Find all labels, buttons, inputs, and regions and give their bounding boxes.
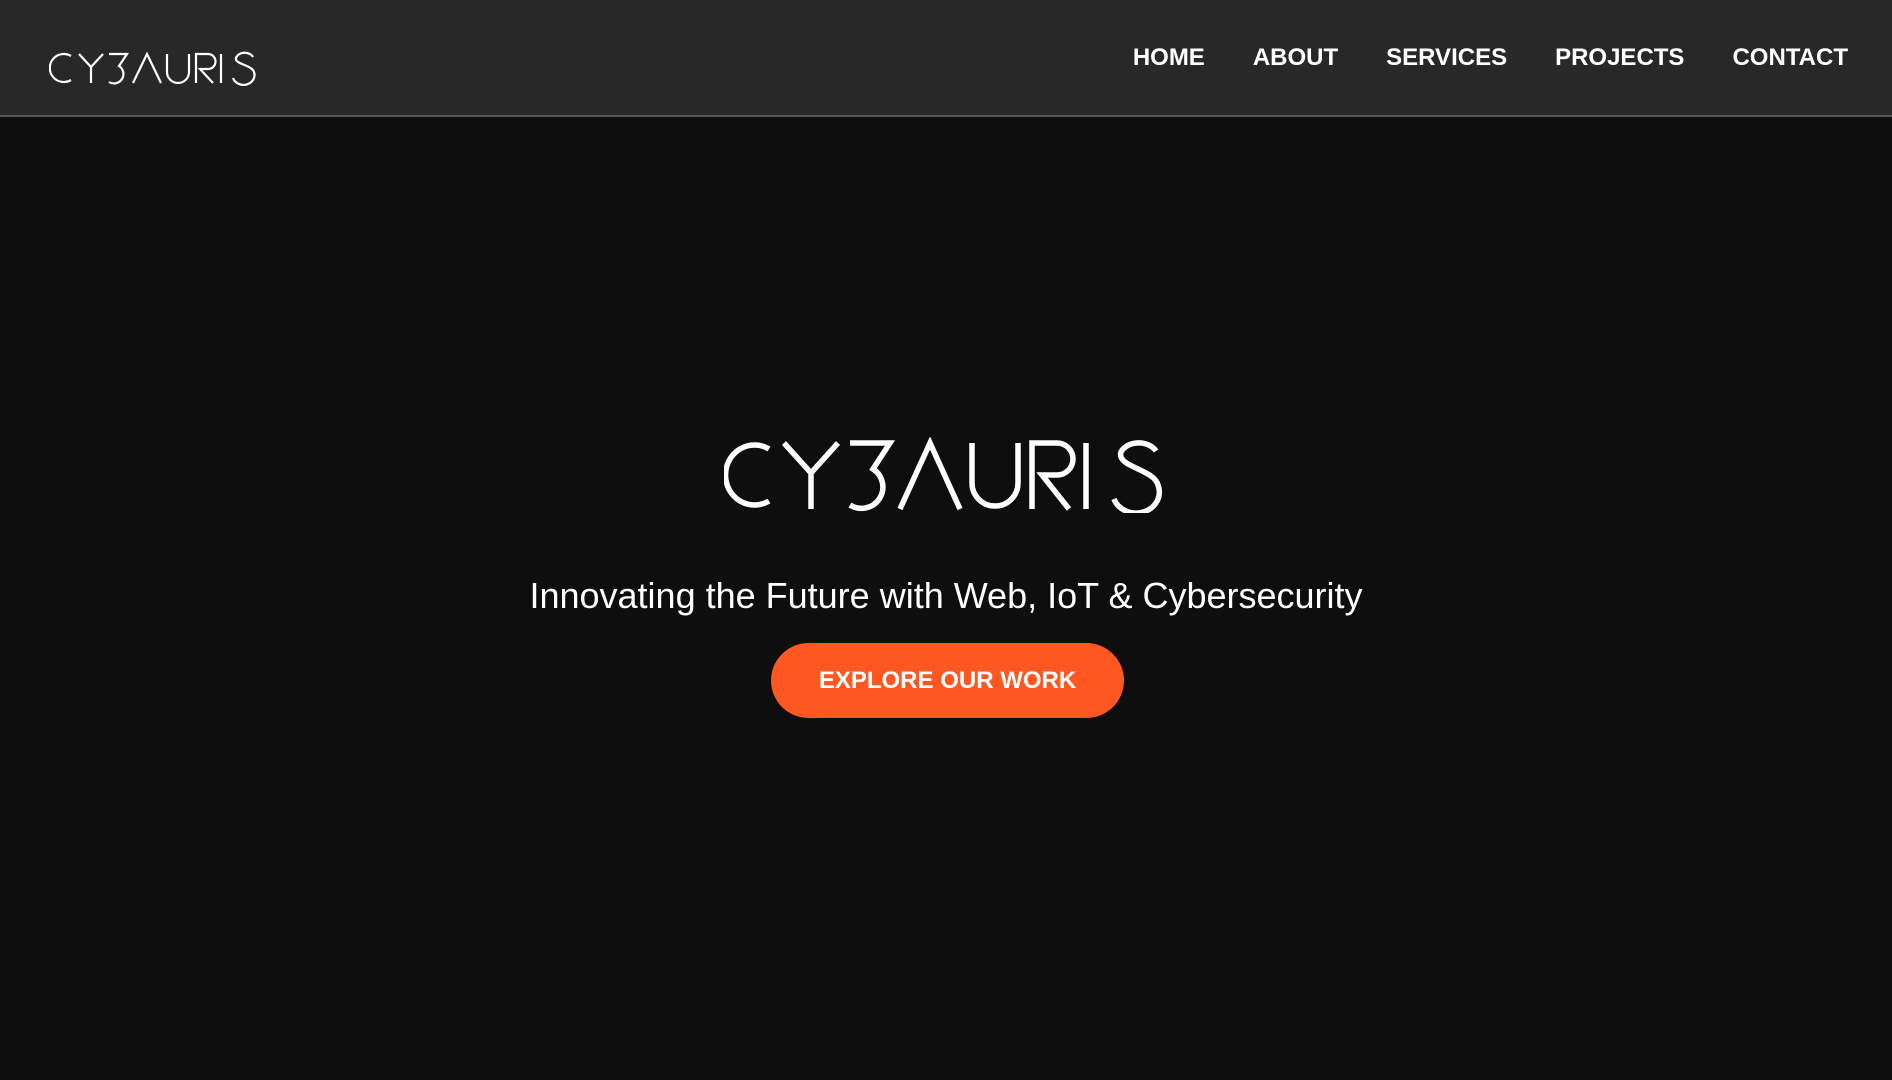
nav-about-link[interactable]: ABOUT bbox=[1253, 40, 1338, 76]
explore-work-button-label: EXPLORE OUR WORK bbox=[818, 666, 1077, 694]
hero-tagline: Innovating the Future with Web, IoT & Cy… bbox=[529, 575, 1363, 616]
site-header: HOME ABOUT SERVICES PROJECTS CONTACT bbox=[0, 0, 1892, 117]
nav-home-link[interactable]: HOME bbox=[1133, 40, 1205, 76]
main-nav: HOME ABOUT SERVICES PROJECTS CONTACT bbox=[1085, 40, 1848, 76]
hero-logo bbox=[724, 437, 1163, 513]
nav-services-link[interactable]: SERVICES bbox=[1386, 40, 1507, 76]
nav-projects-link[interactable]: PROJECTS bbox=[1555, 40, 1684, 76]
nav-contact-link[interactable]: CONTACT bbox=[1732, 40, 1848, 76]
brand-logo[interactable] bbox=[49, 50, 259, 86]
hero-section: Innovating the Future with Web, IoT & Cy… bbox=[0, 117, 1892, 1080]
explore-work-button[interactable]: EXPLORE OUR WORK bbox=[771, 643, 1124, 718]
